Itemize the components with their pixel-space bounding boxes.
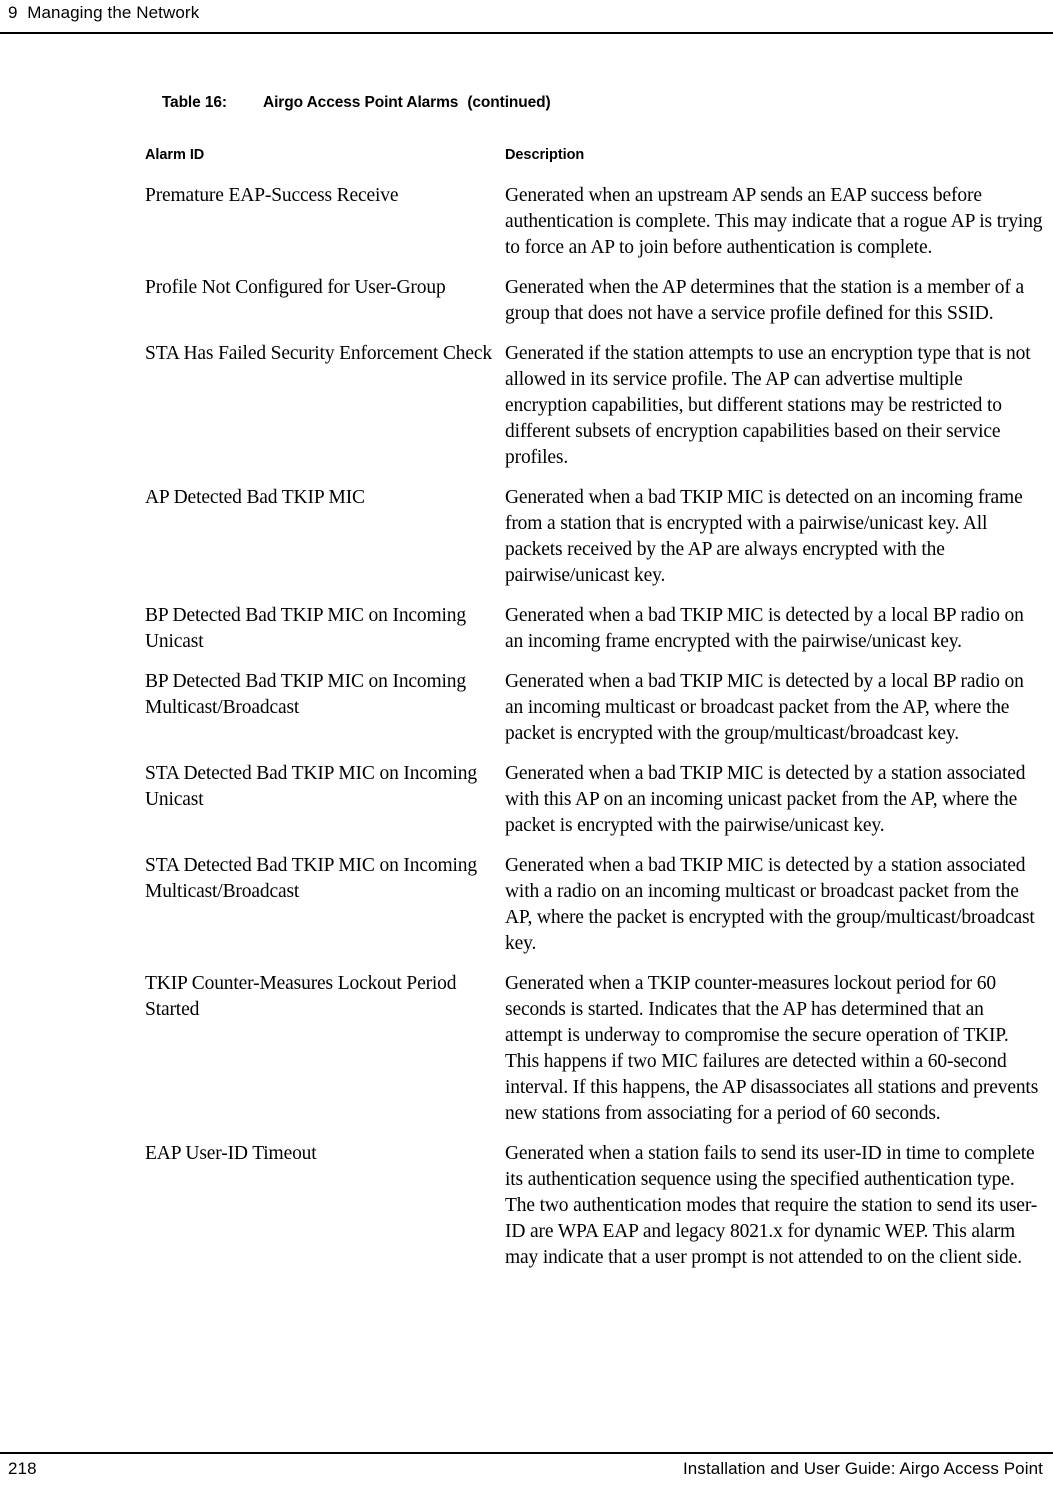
table-caption-number: Table 16: (161, 94, 227, 111)
table-row: TKIP Counter-Measures Lockout Period Sta… (145, 971, 1043, 1127)
cell-description: Generated when the AP determines that th… (505, 277, 1024, 324)
cell-description: Generated when a bad TKIP MIC is detecte… (505, 763, 1026, 836)
guide-title: Installation and User Guide: Airgo Acces… (682, 1459, 1043, 1478)
table-row: AP Detected Bad TKIP MIC Generated when … (145, 485, 1043, 589)
cell-alarm-id: STA Has Failed Security Enforcement Chec… (145, 343, 492, 364)
footer-divider-rule (0, 1452, 1053, 1454)
table-caption-continued: (continued) (467, 94, 551, 111)
cell-description: Generated when an upstream AP sends an E… (505, 185, 1043, 258)
cell-alarm-id: AP Detected Bad TKIP MIC (145, 487, 365, 508)
table-row: STA Detected Bad TKIP MIC on Incoming Un… (145, 761, 1043, 839)
alarms-table: Table 16: Airgo Access Point Alarms (conti… (145, 76, 1043, 1271)
table-caption: Table 16: Airgo Access Point Alarms (conti… (145, 76, 1043, 130)
table-row: STA Detected Bad TKIP MIC on Incoming Mu… (145, 853, 1043, 957)
cell-description: Generated if the station attempts to use… (505, 343, 1031, 468)
page-number: 218 (8, 1459, 37, 1478)
table-caption-title: Airgo Access Point Alarms (262, 94, 459, 111)
cell-alarm-id: Profile Not Configured for User-Group (145, 277, 446, 298)
table-row: Profile Not Configured for User-Group Ge… (145, 275, 1043, 327)
cell-alarm-id: STA Detected Bad TKIP MIC on Incoming Mu… (145, 855, 477, 902)
cell-alarm-id: EAP User-ID Timeout (145, 1143, 317, 1164)
column-header-description: Description (505, 147, 585, 163)
table-row: EAP User-ID Timeout Generated when a sta… (145, 1141, 1043, 1271)
page-footer: 218 Installation and User Guide: Airgo A… (0, 1459, 1053, 1479)
table-header-row: Alarm ID Description (145, 147, 1043, 163)
cell-alarm-id: BP Detected Bad TKIP MIC on Incoming Mul… (145, 671, 467, 718)
running-header: 9 Managing the Network (8, 3, 200, 22)
table-row: Premature EAP-Success Receive Generated … (145, 183, 1043, 261)
cell-alarm-id: Premature EAP-Success Receive (145, 185, 399, 206)
cell-alarm-id: BP Detected Bad TKIP MIC on Incoming Uni… (145, 605, 467, 652)
cell-alarm-id: STA Detected Bad TKIP MIC on Incoming Un… (145, 763, 477, 810)
cell-description: Generated when a bad TKIP MIC is detecte… (505, 605, 1024, 652)
table-row: BP Detected Bad TKIP MIC on Incoming Mul… (145, 669, 1043, 747)
cell-description: Generated when a bad TKIP MIC is detecte… (505, 671, 1024, 744)
cell-description: Generated when a bad TKIP MIC is detecte… (505, 487, 1023, 586)
table-row: BP Detected Bad TKIP MIC on Incoming Uni… (145, 603, 1043, 655)
header-divider-rule (0, 32, 1053, 34)
table-row: STA Has Failed Security Enforcement Chec… (145, 341, 1043, 471)
cell-description: Generated when a TKIP counter-measures l… (505, 973, 1039, 1124)
cell-description: Generated when a station fails to send i… (505, 1143, 1038, 1268)
cell-alarm-id: TKIP Counter-Measures Lockout Period Sta… (145, 973, 457, 1020)
column-header-alarm-id: Alarm ID (145, 147, 205, 163)
cell-description: Generated when a bad TKIP MIC is detecte… (505, 855, 1035, 954)
